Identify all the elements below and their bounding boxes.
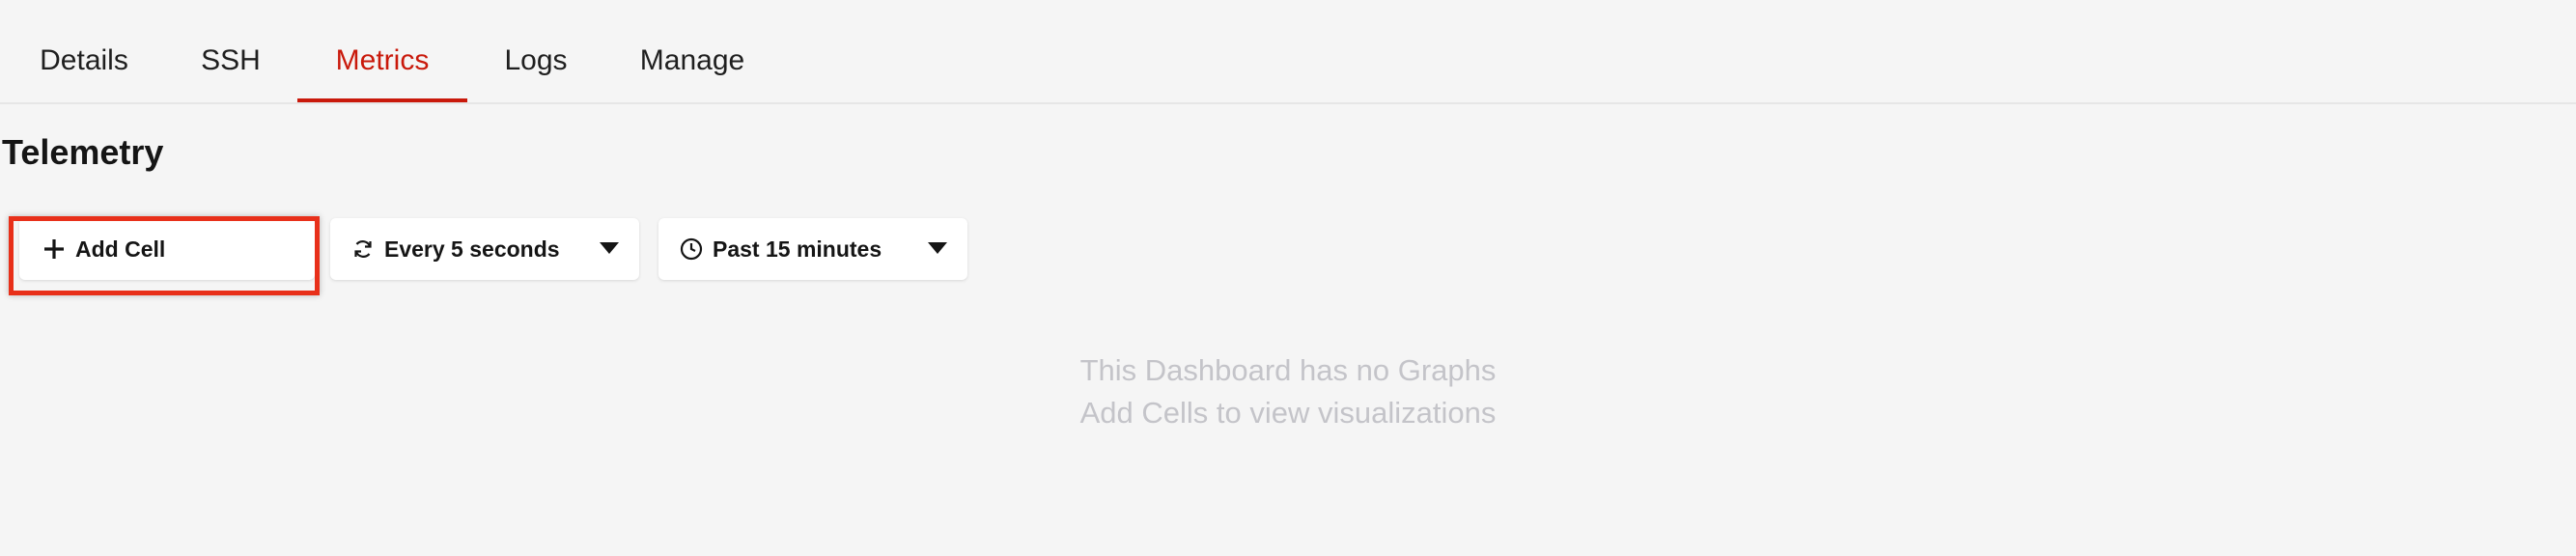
refresh-icon bbox=[351, 237, 375, 261]
empty-state-hint: Add Cells to view visualizations bbox=[1079, 396, 1497, 430]
refresh-interval-value: Every 5 seconds bbox=[384, 236, 560, 262]
empty-state-title: This Dashboard has no Graphs bbox=[1079, 353, 1497, 387]
time-range-dropdown[interactable]: Past 15 minutes bbox=[658, 218, 967, 280]
tab-manage[interactable]: Manage bbox=[639, 0, 745, 102]
tab-bar: Details SSH Metrics Logs Manage bbox=[0, 0, 2576, 104]
caret-down-icon bbox=[927, 241, 948, 255]
tab-ssh[interactable]: SSH bbox=[199, 0, 263, 102]
clock-icon bbox=[680, 237, 703, 261]
tab-logs[interactable]: Logs bbox=[502, 0, 570, 102]
refresh-interval-dropdown[interactable]: Every 5 seconds bbox=[330, 218, 639, 280]
add-cell-button[interactable]: Add Cell bbox=[19, 218, 315, 280]
caret-down-icon bbox=[599, 241, 620, 255]
time-range-value: Past 15 minutes bbox=[713, 236, 882, 262]
tab-metrics[interactable]: Metrics bbox=[297, 0, 467, 102]
add-cell-label: Add Cell bbox=[75, 236, 166, 262]
page-title: Telemetry bbox=[2, 132, 164, 172]
tab-details[interactable]: Details bbox=[33, 0, 135, 102]
plus-icon bbox=[42, 237, 66, 261]
